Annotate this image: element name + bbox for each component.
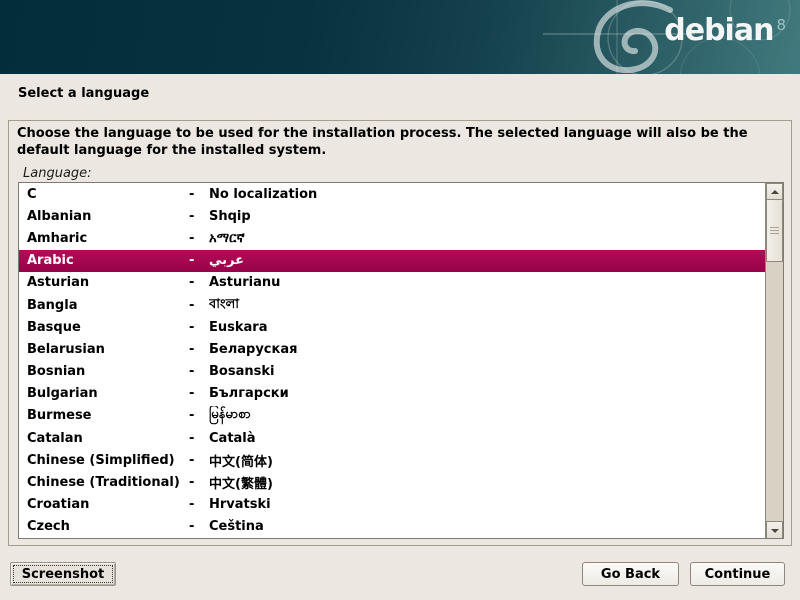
language-localized-name: 中文(繁體) [209, 473, 765, 492]
language-name: Amharic [19, 231, 189, 246]
language-list-row[interactable]: C - No localization [19, 183, 765, 205]
content-frame: Choose the language to be used for the i… [8, 120, 792, 546]
separator-dash: - [189, 519, 209, 534]
description-line-1: Choose the language to be used for the i… [17, 126, 783, 143]
language-localized-name: Català [209, 431, 765, 446]
language-name: Bosnian [19, 364, 189, 379]
language-list-row[interactable]: Albanian - Shqip [19, 205, 765, 227]
language-list-row[interactable]: Chinese (Traditional) - 中文(繁體) [19, 471, 765, 493]
separator-dash: - [189, 298, 209, 313]
language-name: Belarusian [19, 342, 189, 357]
separator-dash: - [189, 342, 209, 357]
language-localized-name: Euskara [209, 320, 765, 335]
language-localized-name: Čeština [209, 519, 765, 534]
scroll-up-button[interactable] [766, 183, 783, 200]
language-localized-name: Shqip [209, 209, 765, 224]
language-name: Basque [19, 320, 189, 335]
separator-dash: - [189, 431, 209, 446]
separator-dash: - [189, 475, 209, 490]
scrollbar-thumb[interactable] [766, 200, 783, 262]
language-list-row[interactable]: Burmese - မြန်မာစာ [19, 405, 765, 427]
language-list-row[interactable]: Bosnian - Bosanski [19, 361, 765, 383]
language-list-row[interactable]: Arabic - عربي [19, 250, 765, 272]
language-localized-name: Български [209, 386, 765, 401]
language-list-rows: C - No localization Albanian - Shqip Amh… [19, 183, 765, 538]
separator-dash: - [189, 209, 209, 224]
description-line-2: default language for the installed syste… [17, 143, 783, 160]
scrollbar-grip-icon [770, 227, 779, 235]
language-list-row[interactable]: Asturian - Asturianu [19, 272, 765, 294]
separator-dash: - [189, 408, 209, 423]
language-list-row[interactable]: Czech - Čeština [19, 516, 765, 538]
separator-dash: - [189, 364, 209, 379]
language-localized-name: বাংলা [209, 295, 765, 316]
language-name: Chinese (Simplified) [19, 453, 189, 468]
brand-name: debian [664, 16, 773, 46]
continue-button[interactable]: Continue [690, 562, 785, 586]
scrollbar-track[interactable] [766, 262, 783, 521]
separator-dash: - [189, 275, 209, 290]
language-name: Bulgarian [19, 386, 189, 401]
description-text: Choose the language to be used for the i… [17, 126, 783, 159]
chevron-up-icon [771, 188, 778, 195]
scroll-down-button[interactable] [766, 521, 783, 538]
language-localized-name: አማርኛ [209, 231, 765, 246]
language-list-row[interactable]: Belarusian - Беларуская [19, 338, 765, 360]
language-name: Catalan [19, 431, 189, 446]
brand-version: 8 [776, 18, 786, 33]
language-localized-name: عربي [209, 253, 765, 268]
language-list-row[interactable]: Bulgarian - Български [19, 383, 765, 405]
language-list-row[interactable]: Chinese (Simplified) - 中文(简体) [19, 449, 765, 471]
language-localized-name: 中文(简体) [209, 451, 765, 470]
language-list-row[interactable]: Amharic - አማርኛ [19, 227, 765, 249]
language-list-row[interactable]: Catalan - Català [19, 427, 765, 449]
language-localized-name: မြန်မာစာ [209, 406, 765, 425]
language-localized-name: Hrvatski [209, 497, 765, 512]
language-name: Arabic [19, 253, 189, 268]
language-name: Czech [19, 519, 189, 534]
vertical-scrollbar[interactable] [765, 183, 783, 538]
separator-dash: - [189, 187, 209, 202]
language-field-label: Language: [23, 166, 791, 181]
header-banner: debian 8 [0, 0, 800, 74]
separator-dash: - [189, 253, 209, 268]
language-localized-name: Беларуская [209, 342, 765, 357]
language-name: C [19, 187, 189, 202]
language-list-row[interactable]: Basque - Euskara [19, 316, 765, 338]
language-name: Chinese (Traditional) [19, 475, 189, 490]
page-title: Select a language [18, 86, 149, 101]
language-localized-name: Bosanski [209, 364, 765, 379]
language-list-row[interactable]: Croatian - Hrvatski [19, 494, 765, 516]
language-localized-name: No localization [209, 187, 765, 202]
language-list: C - No localization Albanian - Shqip Amh… [18, 182, 784, 539]
brand-logotype: debian 8 [664, 16, 786, 46]
chevron-down-icon [771, 527, 778, 534]
language-name: Burmese [19, 408, 189, 423]
separator-dash: - [189, 497, 209, 512]
separator-dash: - [189, 386, 209, 401]
language-list-row[interactable]: Bangla - বাংলা [19, 294, 765, 316]
language-name: Croatian [19, 497, 189, 512]
separator-dash: - [189, 231, 209, 246]
go-back-button[interactable]: Go Back [582, 562, 679, 586]
separator-dash: - [189, 320, 209, 335]
language-localized-name: Asturianu [209, 275, 765, 290]
language-name: Albanian [19, 209, 189, 224]
screenshot-button[interactable]: Screenshot [10, 562, 116, 586]
language-name: Asturian [19, 275, 189, 290]
separator-dash: - [189, 453, 209, 468]
language-name: Bangla [19, 298, 189, 313]
